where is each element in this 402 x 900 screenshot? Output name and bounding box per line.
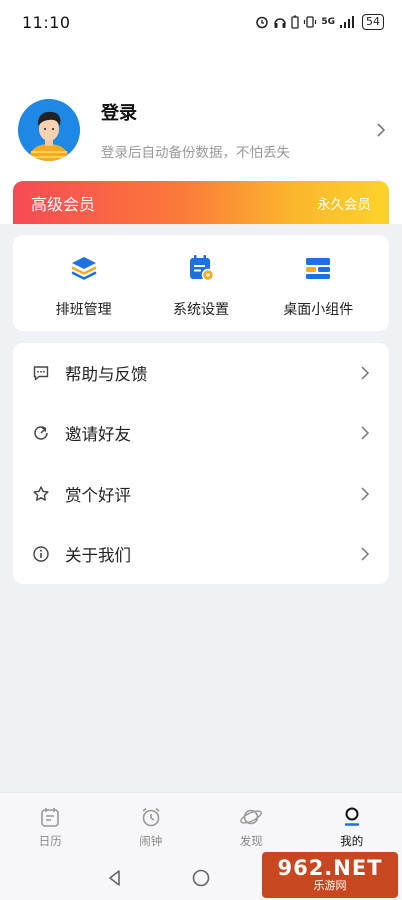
- back-icon[interactable]: [105, 868, 125, 888]
- quick-action-label: 系统设置: [172, 302, 229, 318]
- avatar-illustration: [18, 99, 80, 161]
- menu-item-label: 邀请好友: [65, 425, 131, 445]
- tab-label: 日历: [38, 834, 62, 848]
- tab-discover[interactable]: 发现: [201, 793, 302, 852]
- menu-item-help-feedback[interactable]: 帮助与反馈: [13, 343, 389, 403]
- quick-action-desktop-widgets[interactable]: 桌面小组件: [260, 235, 377, 331]
- planet-icon: [240, 809, 263, 825]
- member-type-label: 永久会员: [317, 196, 371, 213]
- member-banner[interactable]: 高级会员 永久会员: [13, 181, 389, 224]
- chevron-right-icon: [361, 487, 370, 501]
- status-icons: 5G 54: [255, 14, 384, 30]
- menu-item-about-us[interactable]: 关于我们: [13, 524, 389, 584]
- watermark-top-text: 962.NET: [277, 856, 383, 880]
- avatar: [18, 99, 80, 161]
- tab-label: 我的: [340, 834, 364, 848]
- quick-action-label: 桌面小组件: [283, 302, 354, 318]
- quick-actions-card: 排班管理 系统设置 桌面小组件: [13, 235, 389, 331]
- network-type-label: 5G: [321, 17, 335, 27]
- status-time: 11:10: [22, 12, 71, 32]
- profile-login-row[interactable]: 登录 登录后自动备份数据，不怕丢失: [18, 98, 388, 162]
- quick-action-label: 排班管理: [55, 302, 112, 318]
- status-bar: 11:10 5G 54: [0, 0, 402, 44]
- tab-label: 闹钟: [139, 834, 163, 848]
- login-subtitle: 登录后自动备份数据，不怕丢失: [101, 145, 290, 161]
- calendar-icon: [41, 808, 60, 827]
- message-icon: [33, 366, 49, 381]
- alarm-status-icon: [255, 15, 269, 29]
- site-watermark: 962.NET 乐游网: [262, 852, 398, 898]
- tab-label: 发现: [239, 834, 263, 848]
- watermark-bottom-text: 乐游网: [313, 879, 347, 892]
- menu-item-rate-app[interactable]: 赏个好评: [13, 464, 389, 524]
- quick-action-shift-management[interactable]: 排班管理: [25, 235, 142, 331]
- menu-item-label: 关于我们: [65, 545, 131, 565]
- quick-action-system-settings[interactable]: 系统设置: [142, 235, 259, 331]
- settings-menu-card: 帮助与反馈 邀请好友 赏个好评 关于我们: [13, 343, 389, 584]
- menu-item-invite-friends[interactable]: 邀请好友: [13, 403, 389, 463]
- battery-level: 54: [362, 14, 384, 30]
- bottom-tab-bar: 日历 闹钟 发现 我的: [0, 792, 402, 852]
- tab-alarm[interactable]: 闹钟: [101, 793, 202, 852]
- signal-icon: [339, 15, 355, 29]
- info-icon: [33, 546, 49, 562]
- battery-small-status-icon: [291, 15, 299, 29]
- alarm-icon: [142, 807, 160, 827]
- login-title: 登录: [101, 103, 137, 124]
- headphones-status-icon: [273, 15, 287, 29]
- member-level-label: 高级会员: [31, 194, 96, 214]
- tab-calendar[interactable]: 日历: [0, 793, 101, 852]
- widget-icon: [306, 258, 331, 279]
- menu-item-label: 赏个好评: [65, 485, 131, 505]
- chevron-right-icon: [361, 426, 370, 440]
- share-icon: [34, 426, 48, 441]
- profile-text: 登录 登录后自动备份数据，不怕丢失: [101, 99, 374, 161]
- chevron-right-icon: [377, 123, 386, 137]
- vibrate-status-icon: [303, 15, 317, 29]
- user-icon: [344, 807, 359, 826]
- star-icon: [33, 485, 49, 501]
- layers-icon: [71, 257, 97, 280]
- menu-item-label: 帮助与反馈: [65, 365, 148, 385]
- chevron-right-icon: [361, 366, 370, 380]
- home-icon[interactable]: [191, 868, 211, 888]
- calendar-settings-icon: [189, 255, 215, 282]
- chevron-right-icon: [361, 547, 370, 561]
- tab-mine[interactable]: 我的: [302, 793, 402, 852]
